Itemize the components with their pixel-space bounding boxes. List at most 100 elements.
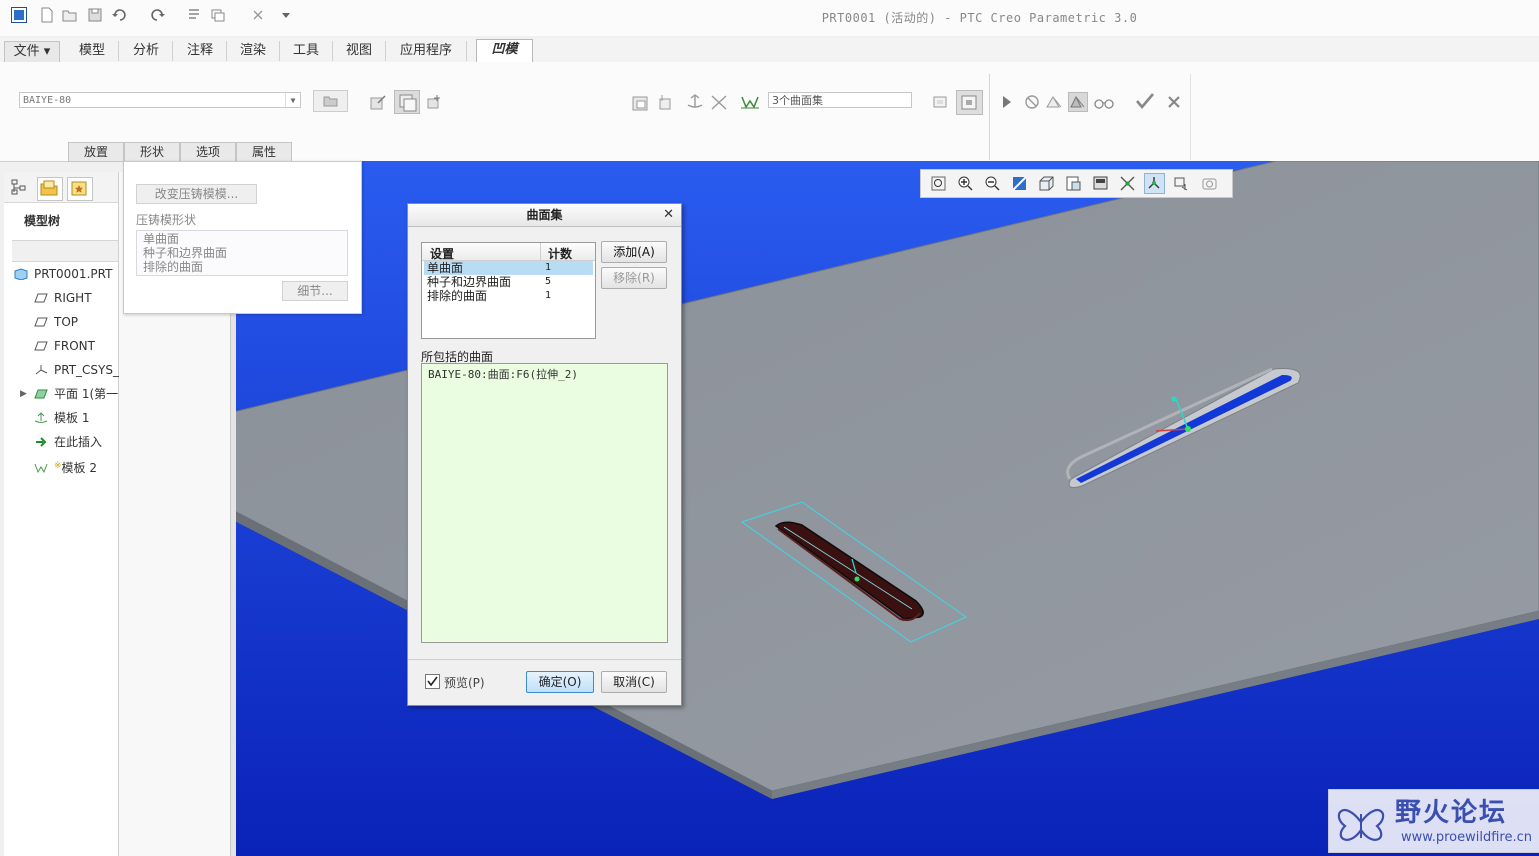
view-manager-icon[interactable]: [1090, 173, 1111, 194]
change-die-button[interactable]: 改变压铸模模...: [136, 184, 257, 204]
surface-options-icon[interactable]: [930, 92, 950, 112]
folder-browser-tab-icon[interactable]: [37, 177, 63, 201]
subtab-placement[interactable]: 放置: [68, 142, 124, 162]
tab-view[interactable]: 视图: [333, 41, 386, 61]
display-style-icon[interactable]: [1036, 173, 1057, 194]
tree-item-right[interactable]: RIGHT: [34, 289, 92, 307]
datum-display-icon[interactable]: [1117, 173, 1138, 194]
favorites-tab-icon[interactable]: [67, 177, 93, 201]
model-tree-title: 模型树: [24, 214, 61, 228]
spin-center-icon[interactable]: [1171, 173, 1192, 194]
appearance-gallery-icon[interactable]: [1199, 173, 1220, 194]
tab-render[interactable]: 渲染: [227, 41, 280, 61]
tab-applications[interactable]: 应用程序: [386, 41, 467, 61]
view-toolbar: [920, 169, 1233, 198]
tree-item-form2[interactable]: ※模板 2: [34, 457, 97, 475]
cancel-x-icon[interactable]: [1166, 94, 1186, 114]
die-form-icon: [34, 461, 48, 474]
tree-item-csys[interactable]: PRT_CSYS_: [34, 361, 119, 379]
model-tree-panel: 模型树 PRT0001.PRT RIGHT TOP FRONT PRT_CSYS…: [4, 172, 119, 856]
zoom-in-icon[interactable]: [955, 173, 976, 194]
included-surfaces-box[interactable]: BAIYE-80:曲面:F6(拉伸_2): [421, 363, 668, 643]
reference-edit-icon[interactable]: [368, 92, 388, 112]
seed-surface-icon[interactable]: [630, 92, 650, 112]
sets-list[interactable]: 设置 计数 单曲面 1 种子和边界曲面 5 排除的曲面 1: [421, 242, 596, 339]
saved-orientations-icon[interactable]: [1063, 173, 1084, 194]
col-divider: [540, 243, 541, 260]
shape-item-single[interactable]: 单曲面: [143, 232, 179, 246]
tab-analysis[interactable]: 分析: [120, 41, 173, 61]
tree-item-flat-wall[interactable]: 平面 1(第一: [34, 385, 118, 403]
surface-sets-dialog: 曲面集 ✕ 设置 计数 单曲面 1 种子和边界曲面 5 排除的曲面 1 添加(A) 移…: [407, 203, 682, 706]
tab-annotate[interactable]: 注释: [174, 41, 227, 61]
pause-icon[interactable]: [998, 92, 1018, 112]
details-button[interactable]: 细节...: [282, 281, 348, 301]
part-icon: [14, 267, 28, 281]
die-shape-label: 压铸模形状: [136, 213, 197, 227]
die-combo[interactable]: BAIYE-80 ▼: [19, 92, 301, 108]
preview-geometry-icon[interactable]: [1044, 92, 1064, 112]
cancel-button[interactable]: 取消(C): [601, 671, 667, 693]
surface-set-field[interactable]: 3个曲面集: [768, 92, 912, 108]
forum-watermark: 野火论坛 www.proewildfire.cn: [1328, 789, 1539, 853]
included-surface-item[interactable]: BAIYE-80:曲面:F6(拉伸_2): [428, 366, 578, 382]
dialog-title-bar[interactable]: 曲面集: [408, 204, 681, 227]
verify-icon[interactable]: [1068, 92, 1088, 112]
shape-item-excluded[interactable]: 排除的曲面: [143, 260, 203, 274]
list-row-seed-boundary[interactable]: 种子和边界曲面 5: [424, 275, 593, 289]
tab-die[interactable]: 凹模: [476, 39, 533, 63]
die-combo-value: BAIYE-80: [23, 95, 72, 106]
zoom-out-icon[interactable]: [982, 173, 1003, 194]
annotation-display-icon[interactable]: [1144, 173, 1165, 194]
open-die-button[interactable]: [313, 90, 348, 112]
accept-check-icon[interactable]: [1134, 90, 1154, 110]
tree-item-form1[interactable]: 模板 1: [34, 409, 89, 427]
shape-item-seed-boundary[interactable]: 种子和边界曲面: [143, 246, 227, 260]
surface-set-icon[interactable]: [739, 92, 759, 112]
ribbon-divider: [989, 74, 990, 160]
tab-tools[interactable]: 工具: [280, 41, 333, 61]
watermark-title: 野火论坛: [1395, 798, 1508, 828]
tree-item-insert-here[interactable]: 在此插入: [34, 433, 102, 451]
list-row-excluded[interactable]: 排除的曲面 1: [424, 289, 593, 303]
tab-file[interactable]: 文件 ▾: [4, 41, 60, 63]
tree-item-front[interactable]: FRONT: [34, 337, 95, 355]
flip-direction-icon[interactable]: [424, 92, 444, 112]
sets-list-header: 设置 计数: [422, 243, 595, 261]
tree-item-top[interactable]: TOP: [34, 313, 78, 331]
flat-wall-icon: [34, 387, 48, 399]
tree-item-part[interactable]: PRT0001.PRT: [14, 265, 112, 283]
no-preview-icon[interactable]: [1022, 92, 1042, 112]
expand-arrow-icon[interactable]: ▶: [20, 389, 27, 399]
add-button[interactable]: 添加(A): [601, 241, 667, 263]
refit-icon[interactable]: [928, 173, 949, 194]
surface-copy-icon[interactable]: [394, 90, 420, 114]
surface-preview-icon[interactable]: [956, 90, 983, 115]
navigator-tabs: [4, 172, 118, 203]
model-tree-header: [12, 240, 118, 262]
ribbon-divider: [1190, 74, 1191, 160]
reverse-arrows-icon[interactable]: [709, 92, 729, 112]
tab-model[interactable]: 模型: [66, 41, 119, 61]
csys-icon: [34, 363, 48, 375]
subtab-properties[interactable]: 属性: [236, 142, 292, 162]
punch-direction-icon[interactable]: [684, 92, 704, 112]
title-bar: PRT0001 (活动的) - PTC Creo Parametric 3.0: [0, 0, 1539, 36]
model-tree-tab-icon[interactable]: [10, 178, 30, 198]
excluded-surface-icon[interactable]: [656, 92, 676, 112]
subtab-options[interactable]: 选项: [180, 142, 236, 162]
preview-checkbox[interactable]: [425, 674, 440, 689]
repaint-icon[interactable]: [1009, 173, 1030, 194]
remove-button[interactable]: 移除(R): [601, 267, 667, 289]
subtab-shape[interactable]: 形状: [124, 142, 180, 162]
chevron-down-icon[interactable]: ▼: [285, 93, 300, 107]
ok-button[interactable]: 确定(O): [526, 671, 594, 693]
list-row-single[interactable]: 单曲面 1: [424, 261, 593, 275]
ribbon-tab-bar: 文件 ▾ 模型 分析 注释 渲染 工具 视图 应用程序 凹模: [0, 38, 1539, 63]
glasses-icon[interactable]: [1093, 92, 1114, 112]
close-icon[interactable]: ✕: [663, 208, 674, 222]
col-header-set: 设置: [430, 247, 455, 261]
insert-here-icon: [34, 435, 48, 447]
checkmark-icon: [427, 676, 438, 687]
preview-label[interactable]: 预览(P): [444, 674, 485, 691]
